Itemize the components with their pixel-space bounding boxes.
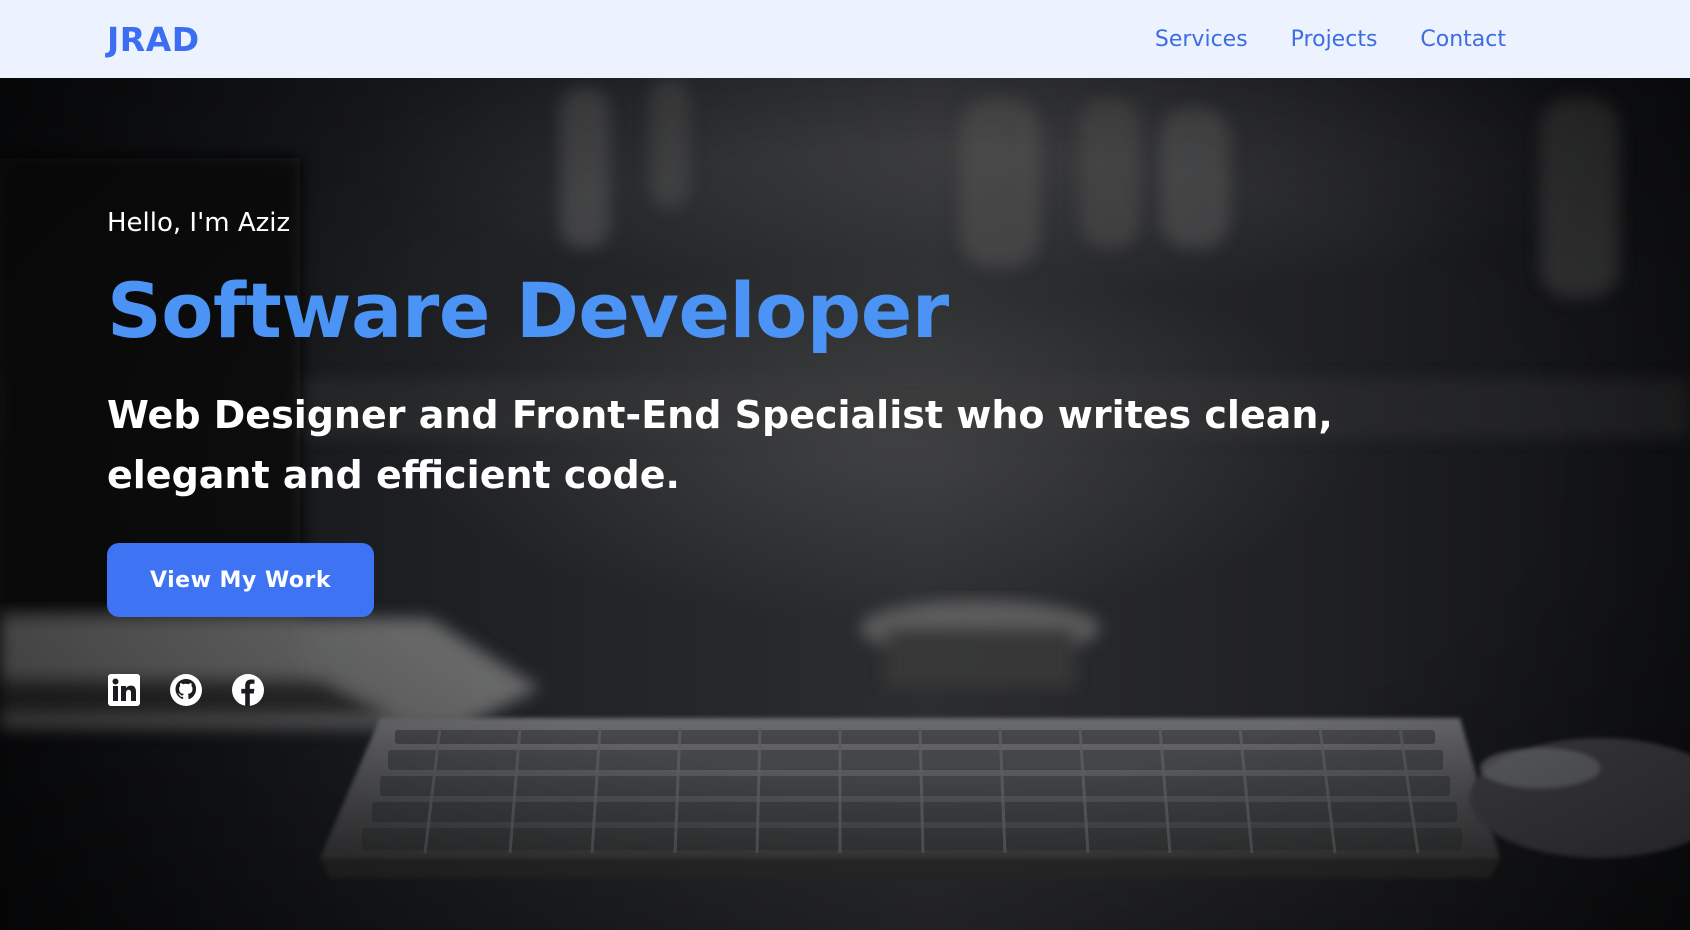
social-links — [107, 673, 1367, 707]
nav-link-contact[interactable]: Contact — [1420, 27, 1506, 52]
view-my-work-button[interactable]: View My Work — [107, 543, 374, 617]
linkedin-icon[interactable] — [107, 673, 141, 707]
hero-greeting: Hello, I'm Aziz — [107, 208, 291, 238]
site-logo[interactable]: JRAD — [107, 20, 200, 59]
nav-links: Services Projects Contact — [1155, 27, 1506, 52]
navbar: JRAD Services Projects Contact — [0, 0, 1690, 78]
hero-title: Software Developer — [107, 266, 949, 355]
facebook-icon[interactable] — [231, 673, 265, 707]
github-icon[interactable] — [169, 673, 203, 707]
nav-link-services[interactable]: Services — [1155, 27, 1248, 52]
nav-link-projects[interactable]: Projects — [1291, 27, 1378, 52]
hero-content: Hello, I'm Aziz Software Developer Web D… — [107, 208, 1367, 707]
hero-section: Hello, I'm Aziz Software Developer Web D… — [0, 78, 1690, 930]
hero-subtitle: Web Designer and Front-End Specialist wh… — [107, 393, 1333, 497]
